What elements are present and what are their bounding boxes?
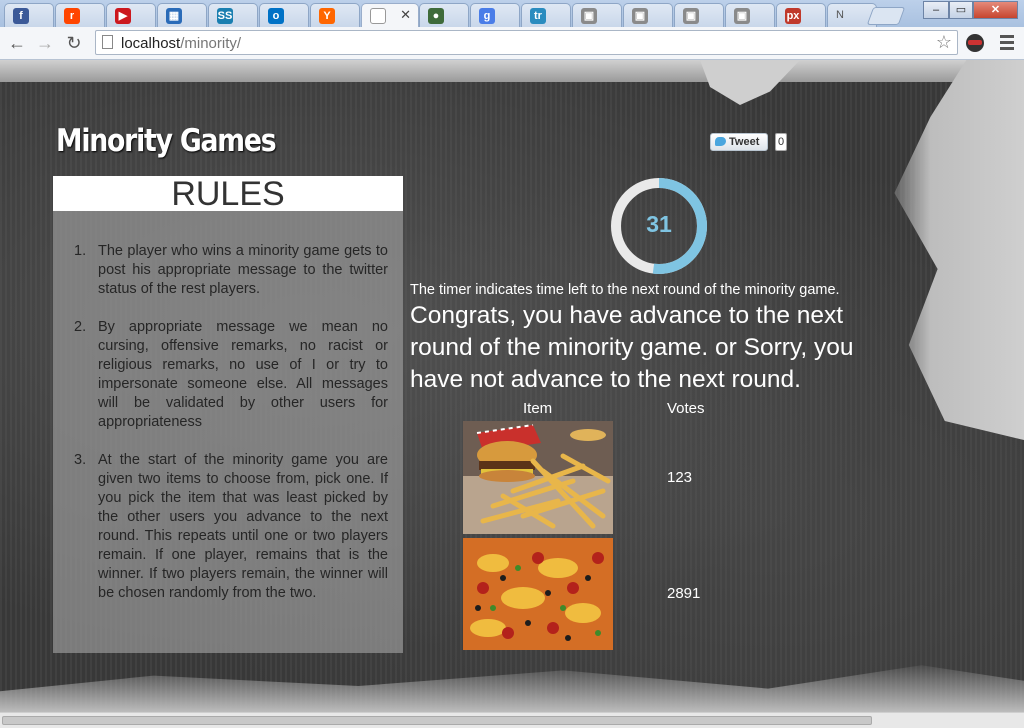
green-app-icon: ● <box>428 8 444 24</box>
tab-close-icon[interactable]: ✕ <box>400 7 411 23</box>
rules-list: 1. The player who wins a minority game ge… <box>74 242 388 622</box>
result-message: Congrats, you have advance to the next r… <box>410 302 854 393</box>
twitter-bird-icon <box>715 137 726 146</box>
film-icon: ▦ <box>166 8 182 24</box>
tweet-count: 0 <box>775 133 788 151</box>
timer-value: 31 <box>646 211 672 237</box>
url-text: localhost/minority/ <box>121 35 242 52</box>
page-viewport: Minority Games Tweet 0 RULES 1. The playe… <box>0 60 1024 712</box>
browser-tab[interactable]: ✕ <box>361 3 419 27</box>
extension-mask-icon[interactable] <box>966 34 984 52</box>
toolkit-icon: ▣ <box>581 8 597 24</box>
votes-value: 2891 <box>667 585 701 602</box>
forward-arrow-icon[interactable]: → <box>34 32 56 54</box>
maximize-button[interactable]: ▭ <box>949 1 973 19</box>
new-tab-button[interactable] <box>866 7 906 25</box>
item-column-header: Item <box>523 400 553 417</box>
rule-text: The player who wins a minority game gets… <box>98 243 388 297</box>
torn-paper-right <box>894 60 1024 440</box>
outlook-icon: o <box>268 8 284 24</box>
browser-tab[interactable]: ▦ <box>157 3 207 27</box>
browser-toolbar: ← → ↻ localhost/minority/ ☆ <box>0 27 1024 60</box>
rule-number: 3. <box>74 452 87 468</box>
page-icon <box>102 35 113 49</box>
horizontal-scrollbar[interactable] <box>0 712 1024 728</box>
browser-tab[interactable]: Y <box>310 3 360 27</box>
browser-tab[interactable]: ● <box>419 3 469 27</box>
tab-strip: f r ▶ ▦ SS o Y ✕ ● g tr ▣ ▣ ▣ ▣ px N – ▭ ✕ <box>0 0 1024 27</box>
browser-tab[interactable]: ▣ <box>674 3 724 27</box>
rules-header: RULES <box>53 175 403 213</box>
torn-paper-piece <box>700 60 800 105</box>
bookmark-star-icon[interactable]: ☆ <box>936 32 952 53</box>
browser-tab[interactable]: g <box>470 3 520 27</box>
rule-item: 2. By appropriate message we mean no curs… <box>74 318 388 432</box>
browser-tab[interactable]: f <box>4 3 54 27</box>
page-icon <box>370 8 386 24</box>
minimize-button[interactable]: – <box>923 1 949 19</box>
rule-number: 1. <box>74 243 87 259</box>
ycombinator-icon: Y <box>319 8 335 24</box>
browser-tab[interactable]: px <box>776 3 826 27</box>
browser-tab[interactable]: ▣ <box>623 3 673 27</box>
scrollbar-thumb[interactable] <box>2 716 872 725</box>
torn-paper-top <box>0 60 1024 82</box>
pizza-image[interactable] <box>463 538 613 650</box>
trello-icon: tr <box>530 8 546 24</box>
rule-item: 1. The player who wins a minority game ge… <box>74 242 388 299</box>
rules-panel: RULES 1. The player who wins a minority g… <box>53 175 403 653</box>
500px-icon: px <box>785 8 801 24</box>
reddit-icon: r <box>64 8 80 24</box>
tweet-button[interactable]: Tweet <box>710 133 768 151</box>
toolkit-icon: ▣ <box>734 8 750 24</box>
burger-and-fries-image[interactable] <box>463 421 613 534</box>
tweet-label: Tweet <box>729 136 760 148</box>
facebook-icon: f <box>13 8 29 24</box>
close-window-button[interactable]: ✕ <box>973 1 1018 19</box>
rules-title: RULES <box>171 175 285 213</box>
toolkit-icon: ▣ <box>683 8 699 24</box>
browser-tab[interactable]: r <box>55 3 105 27</box>
rule-text: By appropriate message we mean no cursin… <box>98 319 388 430</box>
torn-paper-bottom <box>0 665 1024 712</box>
ss-icon: SS <box>217 8 233 24</box>
reload-icon[interactable]: ↻ <box>63 32 85 54</box>
browser-tab[interactable]: o <box>259 3 309 27</box>
rule-text: At the start of the minority game you ar… <box>98 452 388 601</box>
rule-number: 2. <box>74 319 87 335</box>
timer-note: The timer indicates time left to the nex… <box>410 282 840 298</box>
tab-label: N <box>836 9 844 21</box>
browser-tab[interactable]: ▣ <box>572 3 622 27</box>
browser-tab[interactable]: tr <box>521 3 571 27</box>
votes-column-header: Votes <box>667 400 705 417</box>
rule-item: 3. At the start of the minority game you … <box>74 451 388 603</box>
menu-icon[interactable] <box>1000 35 1014 53</box>
google-icon: g <box>479 8 495 24</box>
back-arrow-icon[interactable]: ← <box>6 32 28 54</box>
browser-tab[interactable]: ▣ <box>725 3 775 27</box>
votes-value: 123 <box>667 469 693 486</box>
site-title: Minority Games <box>56 123 277 159</box>
youtube-icon: ▶ <box>115 8 131 24</box>
browser-tab[interactable]: ▶ <box>106 3 156 27</box>
toolkit-icon: ▣ <box>632 8 648 24</box>
browser-tab[interactable]: SS <box>208 3 258 27</box>
address-bar[interactable]: localhost/minority/ ☆ <box>95 30 958 55</box>
